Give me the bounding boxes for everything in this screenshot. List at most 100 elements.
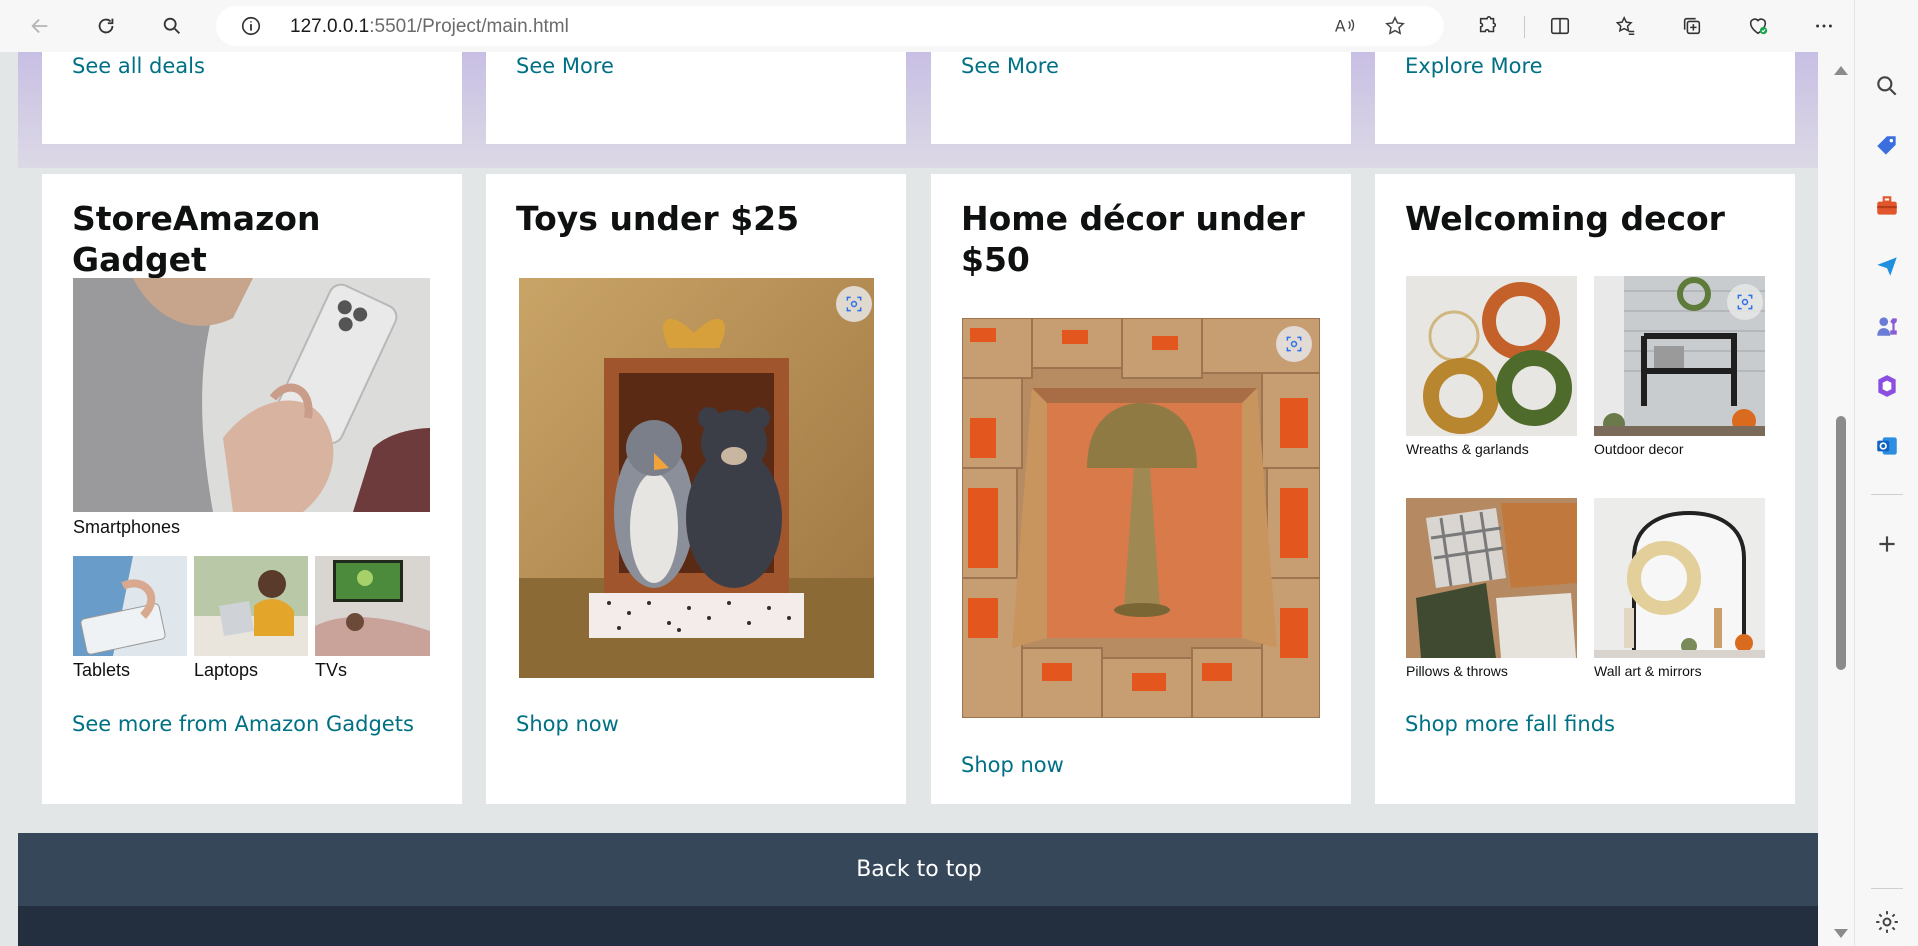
toys-card: Toys under $25 Shop now	[486, 174, 906, 804]
sidebar-send-button[interactable]	[1869, 248, 1905, 284]
toolbox-icon	[1877, 196, 1897, 215]
search-icon	[1877, 76, 1897, 96]
laptops-caption[interactable]: Laptops	[194, 660, 258, 681]
more-menu-button[interactable]	[1806, 8, 1842, 44]
wreaths-image[interactable]	[1406, 276, 1577, 436]
tablet-photo	[73, 556, 187, 656]
office-icon	[1878, 375, 1896, 397]
read-aloud-icon[interactable]: A	[1334, 15, 1356, 42]
see-more-link-1[interactable]: See More	[516, 54, 614, 78]
split-screen-icon	[1550, 17, 1570, 35]
top-card-4: Explore More	[1375, 52, 1795, 144]
wreaths-caption[interactable]: Wreaths & garlands	[1406, 441, 1529, 457]
tvs-image[interactable]	[315, 556, 430, 656]
chess-piece-icon	[1877, 317, 1897, 336]
top-card-1: See all deals	[42, 52, 462, 144]
outdoor-decor-caption[interactable]: Outdoor decor	[1594, 441, 1684, 457]
smartphone-photo	[73, 278, 430, 512]
visual-search-button[interactable]	[836, 286, 872, 322]
wall-art-caption[interactable]: Wall art & mirrors	[1594, 663, 1702, 679]
visual-search-icon	[1737, 294, 1753, 310]
tvs-caption[interactable]: TVs	[315, 660, 347, 681]
top-card-3: See More	[931, 52, 1351, 144]
svg-text:A: A	[1335, 18, 1346, 36]
visual-search-button-3[interactable]	[1727, 284, 1763, 320]
favorite-star-icon[interactable]	[1384, 15, 1406, 42]
footer-nav	[18, 906, 1818, 946]
outlook-icon	[1877, 437, 1897, 455]
pillows-photo	[1406, 498, 1577, 658]
sidebar-games-button[interactable]	[1869, 308, 1905, 344]
favorites-button[interactable]	[1608, 8, 1644, 44]
toolbar-separator	[1524, 16, 1525, 38]
sidebar-shopping-button[interactable]	[1869, 128, 1905, 164]
url-host: 127.0.0.1	[290, 16, 370, 37]
shop-more-fall-finds-link[interactable]: Shop more fall finds	[1405, 712, 1615, 736]
site-info-icon[interactable]	[240, 15, 262, 37]
url-path: :5501/Project/main.html	[369, 16, 569, 37]
split-screen-button[interactable]	[1542, 8, 1578, 44]
laptops-image[interactable]	[194, 556, 308, 656]
pillows-image[interactable]	[1406, 498, 1577, 658]
sidebar-divider-bottom	[1871, 888, 1903, 889]
refresh-icon	[98, 18, 114, 34]
welcoming-card: Welcoming decor Wreaths & garlands Outdo…	[1375, 174, 1795, 804]
back-arrow-icon	[31, 18, 48, 34]
favorites-icon	[1615, 16, 1635, 35]
visual-search-icon	[846, 296, 862, 312]
tv-photo	[315, 556, 430, 656]
sidebar-divider	[1871, 494, 1903, 495]
edge-sidebar	[1854, 0, 1918, 946]
sidebar-tools-button[interactable]	[1869, 188, 1905, 224]
shopping-tag-icon	[1877, 136, 1896, 155]
browser-essentials-button[interactable]	[1740, 8, 1776, 44]
plush-toys-photo	[519, 278, 874, 678]
visual-search-icon	[1286, 336, 1302, 352]
search-button[interactable]	[154, 8, 190, 44]
url-text[interactable]: 127.0.0.1:5501/Project/main.html	[290, 16, 569, 38]
wall-art-image[interactable]	[1594, 498, 1765, 658]
gear-icon	[1876, 911, 1898, 933]
collections-button[interactable]	[1674, 8, 1710, 44]
scroll-up-arrow[interactable]	[1834, 66, 1848, 75]
gadget-card: StoreAmazon Gadget Smartphones Tablets L…	[42, 174, 462, 804]
sidebar-search-button[interactable]	[1869, 68, 1905, 104]
scroll-down-arrow[interactable]	[1834, 929, 1848, 938]
homedecor-image[interactable]	[962, 318, 1320, 718]
see-more-link-2[interactable]: See More	[961, 54, 1059, 78]
see-more-gadgets-link[interactable]: See more from Amazon Gadgets	[72, 712, 414, 736]
sidebar-add-button[interactable]	[1869, 526, 1905, 562]
top-card-2: See More	[486, 52, 906, 144]
refresh-button[interactable]	[88, 8, 124, 44]
visual-search-button-2[interactable]	[1276, 326, 1312, 362]
sidebar-office-button[interactable]	[1869, 368, 1905, 404]
tablets-caption[interactable]: Tablets	[73, 660, 130, 681]
lamp-boxes-photo	[962, 318, 1320, 718]
toys-card-title: Toys under $25	[516, 199, 800, 238]
tablets-image[interactable]	[73, 556, 187, 656]
toys-image[interactable]	[519, 278, 874, 678]
address-bar[interactable]: 127.0.0.1:5501/Project/main.html A	[216, 6, 1444, 46]
smartphones-image[interactable]	[73, 278, 430, 512]
explore-more-link[interactable]: Explore More	[1405, 54, 1543, 78]
toys-shop-now-link[interactable]: Shop now	[516, 712, 619, 736]
back-to-top-label: Back to top	[856, 857, 982, 882]
pillows-caption[interactable]: Pillows & throws	[1406, 663, 1508, 679]
wreaths-photo	[1406, 276, 1577, 436]
collections-icon	[1683, 17, 1701, 35]
back-button[interactable]	[22, 8, 58, 44]
heart-pulse-icon	[1749, 18, 1768, 35]
extensions-button[interactable]	[1470, 8, 1506, 44]
plus-icon	[1879, 536, 1895, 552]
back-to-top-button[interactable]: Back to top	[18, 833, 1818, 906]
sidebar-outlook-button[interactable]	[1869, 428, 1905, 464]
gadget-card-title: StoreAmazon Gadget	[72, 199, 321, 279]
see-all-deals-link[interactable]: See all deals	[72, 54, 205, 78]
sidebar-settings-button[interactable]	[1869, 904, 1905, 940]
homedecor-shop-now-link[interactable]: Shop now	[961, 753, 1064, 777]
welcoming-card-title: Welcoming decor	[1405, 199, 1725, 238]
scrollbar-thumb[interactable]	[1836, 416, 1846, 670]
puzzle-icon	[1479, 16, 1497, 33]
smartphones-caption[interactable]: Smartphones	[73, 517, 180, 538]
homedecor-card-title: Home décor under $50	[961, 199, 1305, 279]
